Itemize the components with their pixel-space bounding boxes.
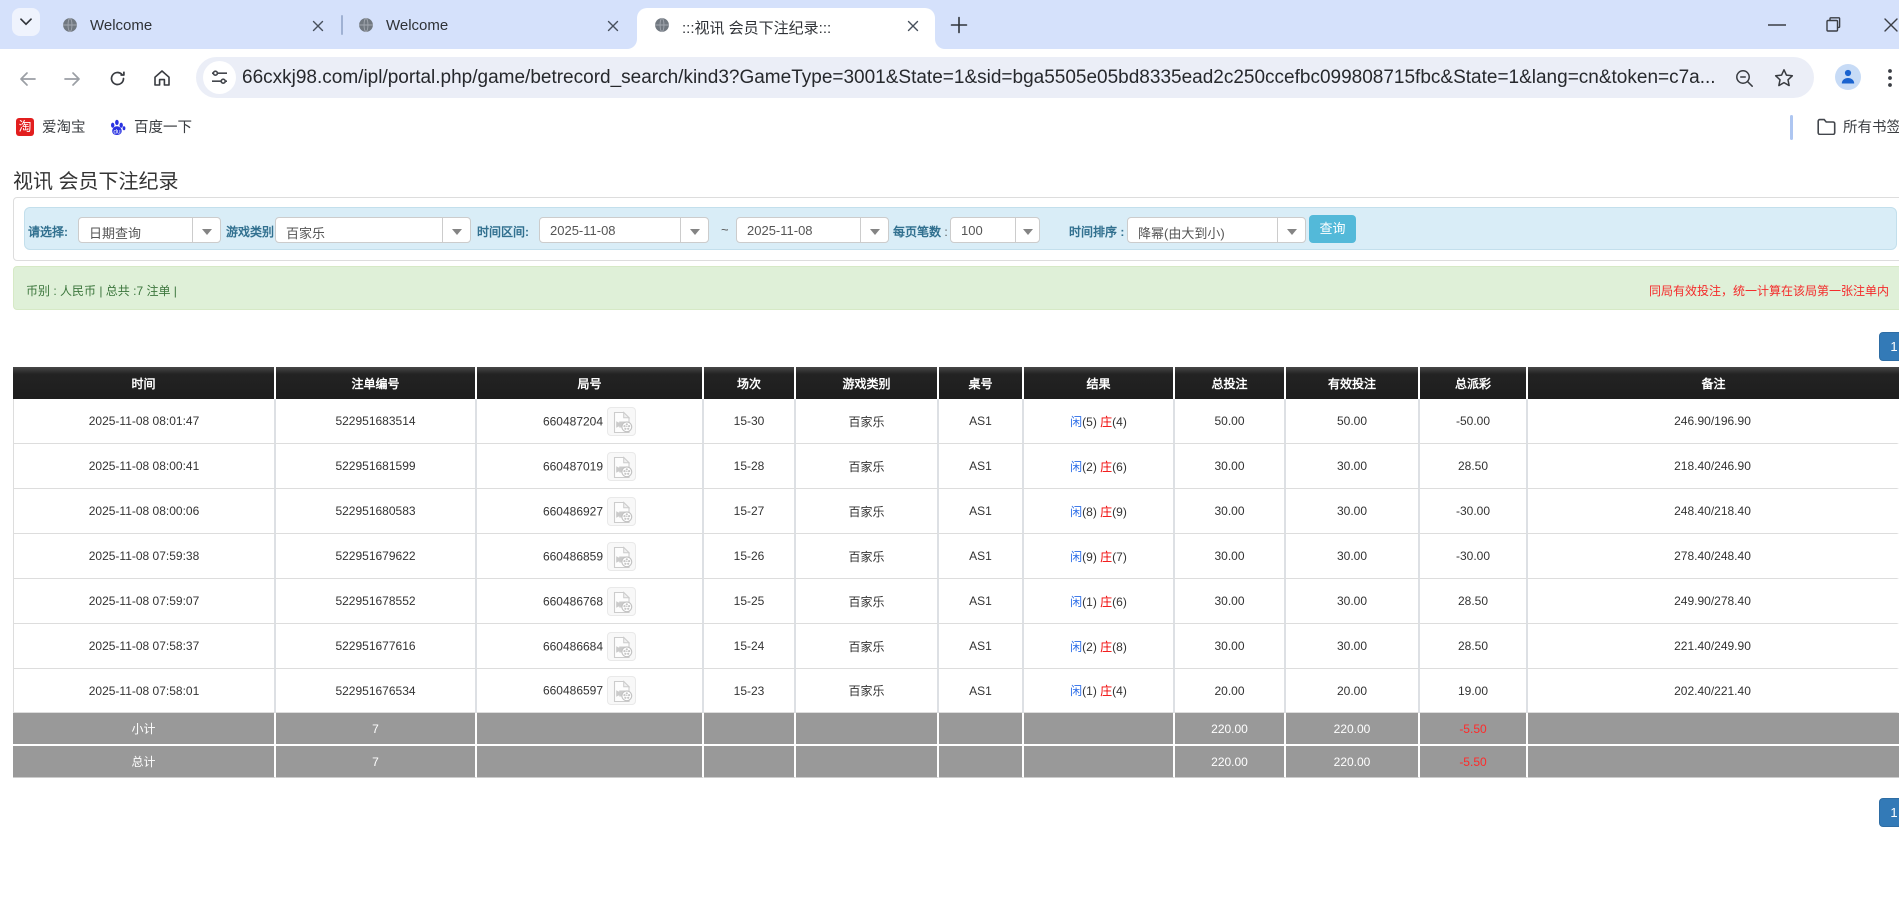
svg-text:du: du [113, 128, 121, 135]
